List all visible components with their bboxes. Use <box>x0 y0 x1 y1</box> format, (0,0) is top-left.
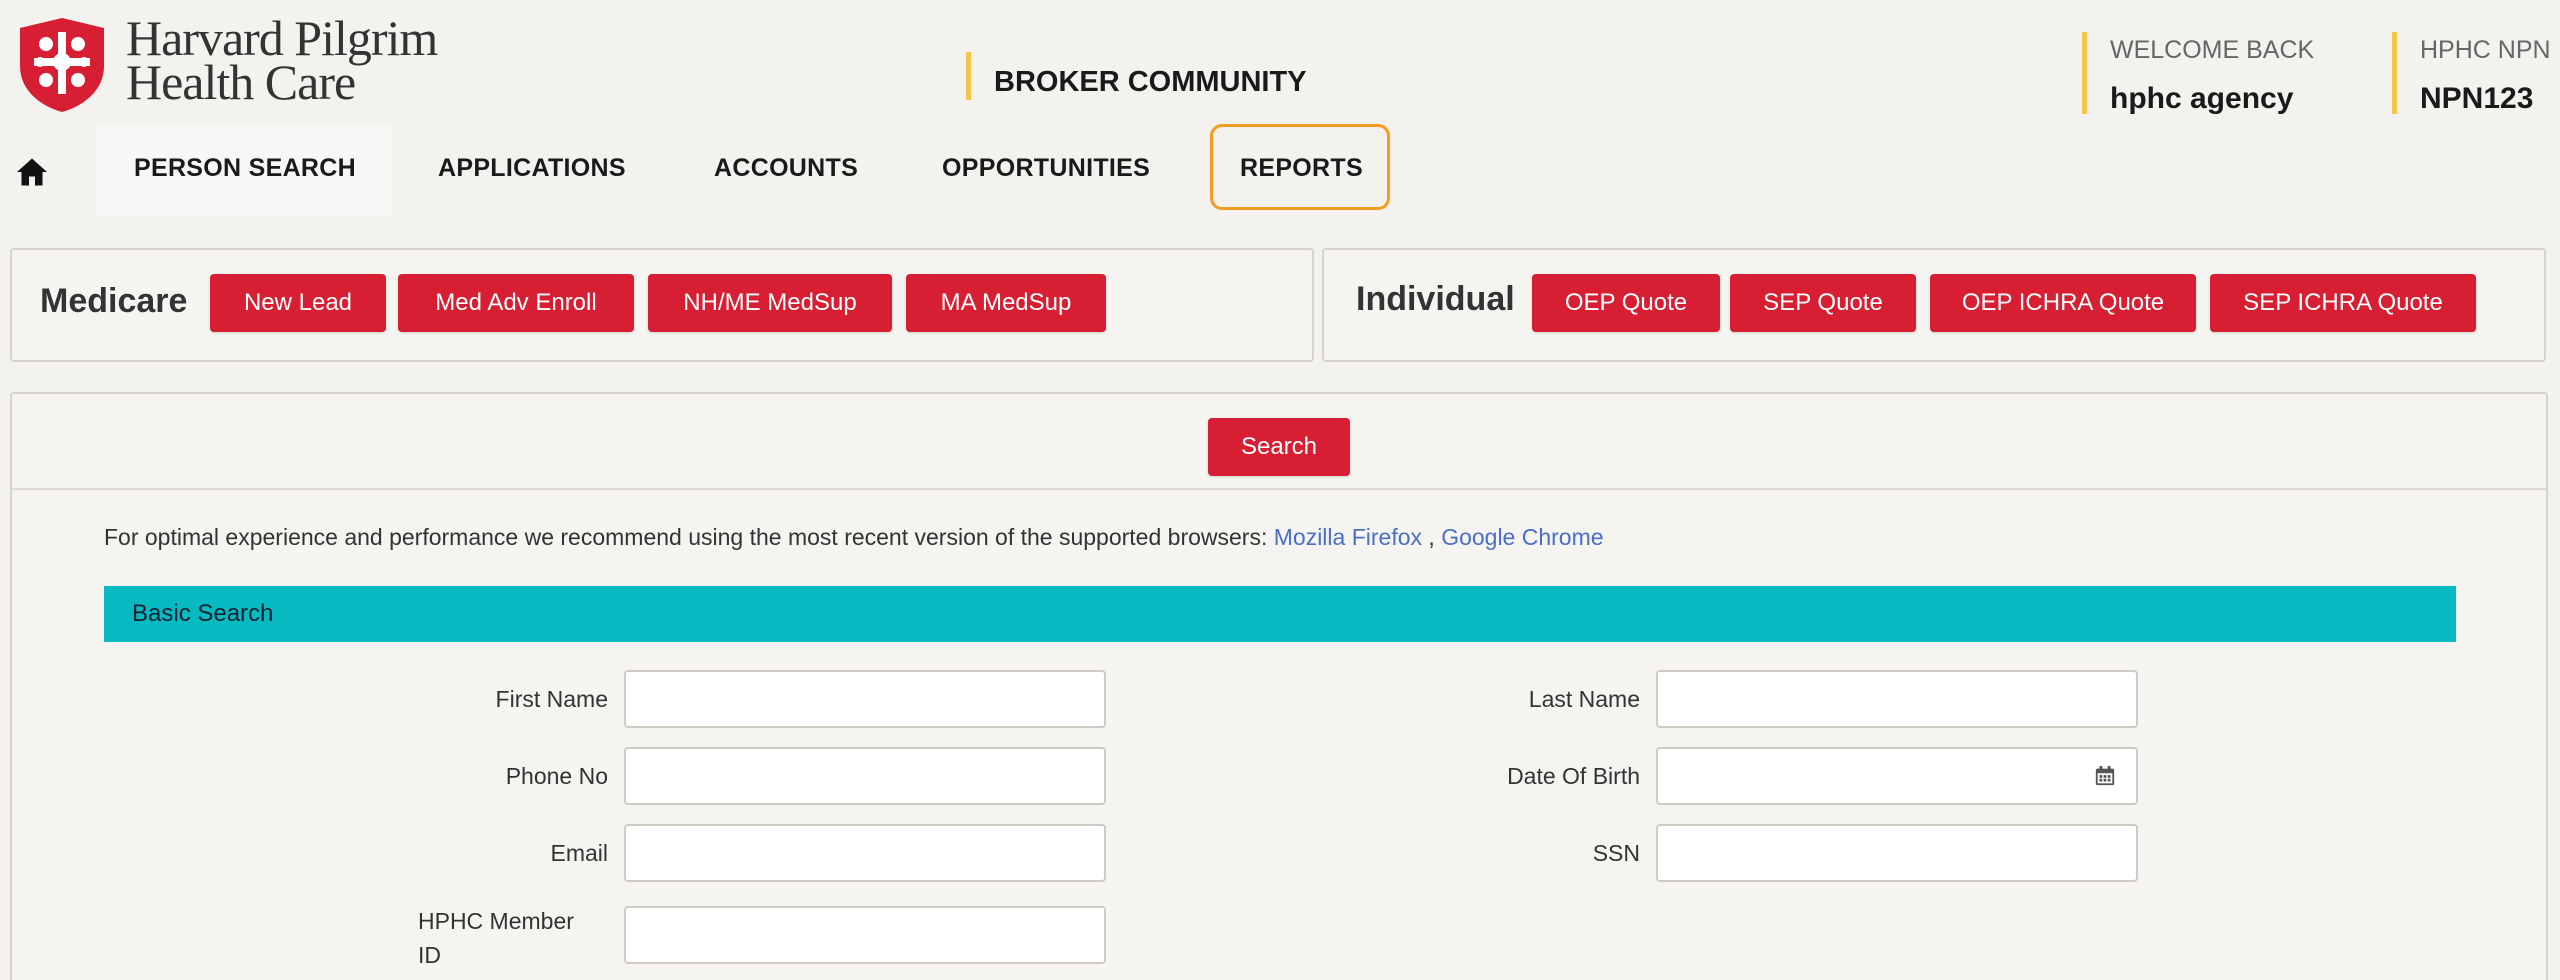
email-label: Email <box>550 840 608 866</box>
dob-label: Date Of Birth <box>1507 763 1640 789</box>
med-adv-enroll-button[interactable]: Med Adv Enroll <box>398 274 634 332</box>
header: Harvard Pilgrim Health Care BROKER COMMU… <box>0 0 2560 122</box>
sep-ichra-quote-button[interactable]: SEP ICHRA Quote <box>2210 274 2476 332</box>
browser-notice: For optimal experience and performance w… <box>104 524 1604 551</box>
link-separator: , <box>1422 524 1442 550</box>
browser-notice-text: For optimal experience and performance w… <box>104 524 1274 550</box>
basic-search-header[interactable]: Basic Search <box>104 586 2456 642</box>
phone-label: Phone No <box>505 763 608 789</box>
member-id-label-line1: HPHC Member <box>418 908 574 934</box>
phone-input[interactable] <box>624 747 1106 805</box>
email-input[interactable] <box>624 824 1106 882</box>
brand-line-2: Health Care <box>126 54 356 110</box>
welcome-user: hphc agency <box>2110 82 2294 115</box>
brand-name: Harvard Pilgrim Health Care <box>126 13 438 110</box>
member-id-label-line2: ID <box>418 942 441 968</box>
nh-me-medsup-button[interactable]: NH/ME MedSup <box>648 274 892 332</box>
medicare-panel: Medicare New Lead Med Adv Enroll NH/ME M… <box>10 248 1314 362</box>
dob-input[interactable] <box>1656 747 2138 805</box>
nav-reports[interactable]: REPORTS <box>1240 154 1363 183</box>
community-accent-bar <box>966 52 971 100</box>
npn-value: NPN123 <box>2420 82 2534 115</box>
last-name-label: Last Name <box>1528 686 1640 712</box>
welcome-accent-bar <box>2082 32 2087 114</box>
search-button[interactable]: Search <box>1208 418 1350 476</box>
hphc-logo-icon[interactable] <box>12 14 112 114</box>
search-panel: Search For optimal experience and perfor… <box>10 392 2548 980</box>
ma-medsup-button[interactable]: MA MedSup <box>906 274 1106 332</box>
divider <box>12 488 2546 490</box>
mozilla-firefox-link[interactable]: Mozilla Firefox <box>1274 524 1422 550</box>
first-name-label: First Name <box>495 686 608 712</box>
main-nav: PERSON SEARCH APPLICATIONS ACCOUNTS OPPO… <box>0 124 2560 216</box>
member-id-input[interactable] <box>624 906 1106 964</box>
individual-panel: Individual OEP Quote SEP Quote OEP ICHRA… <box>1322 248 2546 362</box>
calendar-icon[interactable] <box>2094 765 2116 787</box>
oep-quote-button[interactable]: OEP Quote <box>1532 274 1720 332</box>
basic-search-title: Basic Search <box>132 600 274 627</box>
last-name-input[interactable] <box>1656 670 2138 728</box>
npn-accent-bar <box>2392 32 2397 114</box>
medicare-title: Medicare <box>40 282 188 320</box>
nav-accounts[interactable]: ACCOUNTS <box>714 154 858 183</box>
home-icon[interactable] <box>14 154 50 190</box>
google-chrome-link[interactable]: Google Chrome <box>1441 524 1603 550</box>
new-lead-button[interactable]: New Lead <box>210 274 386 332</box>
sep-quote-button[interactable]: SEP Quote <box>1730 274 1916 332</box>
nav-applications[interactable]: APPLICATIONS <box>438 154 626 183</box>
nav-person-search[interactable]: PERSON SEARCH <box>134 154 356 183</box>
ssn-input[interactable] <box>1656 824 2138 882</box>
oep-ichra-quote-button[interactable]: OEP ICHRA Quote <box>1930 274 2196 332</box>
member-id-label: HPHC Member ID <box>418 904 574 972</box>
first-name-input[interactable] <box>624 670 1106 728</box>
ssn-label: SSN <box>1592 840 1640 866</box>
nav-opportunities[interactable]: OPPORTUNITIES <box>942 154 1150 183</box>
npn-label: HPHC NPN <box>2420 36 2551 64</box>
welcome-label: WELCOME BACK <box>2110 36 2315 64</box>
individual-title: Individual <box>1356 280 1515 318</box>
community-title: BROKER COMMUNITY <box>994 66 1307 98</box>
